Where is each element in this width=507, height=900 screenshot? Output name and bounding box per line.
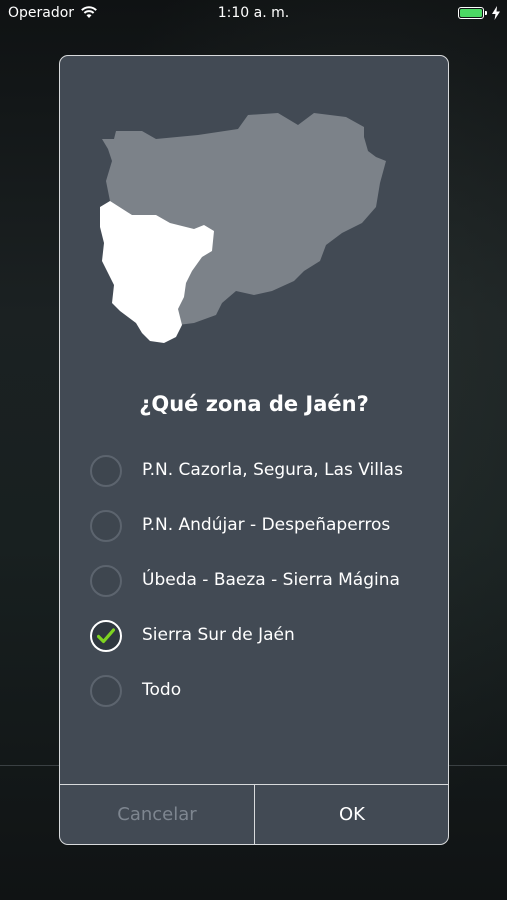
radio-unchecked[interactable] — [90, 510, 122, 542]
status-time: 1:10 a. m. — [217, 5, 290, 21]
option-label: P.N. Andújar - Despeñaperros — [142, 515, 391, 535]
radio-unchecked[interactable] — [90, 565, 122, 597]
battery-level-fill — [460, 9, 482, 17]
radio-unchecked[interactable] — [90, 675, 122, 707]
zone-picker-dialog: ¿Qué zona de Jaén? P.N. Cazorla, Segura,… — [59, 55, 449, 845]
option-sierra-sur[interactable]: Sierra Sur de Jaén — [90, 617, 430, 657]
checkmark-icon — [97, 628, 115, 644]
charging-icon — [492, 6, 500, 20]
option-label: Todo — [142, 680, 182, 700]
ok-button[interactable]: OK — [255, 785, 448, 844]
option-cazorla-segura[interactable]: P.N. Cazorla, Segura, Las Villas — [90, 452, 430, 492]
radio-unchecked[interactable] — [90, 455, 122, 487]
option-todo[interactable]: Todo — [90, 672, 430, 712]
option-andujar-despenaperros[interactable]: P.N. Andújar - Despeñaperros — [90, 507, 430, 547]
option-label: Úbeda - Baeza - Sierra Mágina — [142, 570, 400, 590]
radio-checked[interactable] — [90, 620, 122, 652]
jaen-map-icon — [100, 113, 386, 343]
status-bar: Operador 1:10 a. m. — [0, 0, 507, 28]
option-ubeda-baeza-magina[interactable]: Úbeda - Baeza - Sierra Mágina — [90, 562, 430, 602]
option-label: Sierra Sur de Jaén — [142, 625, 295, 645]
option-label: P.N. Cazorla, Segura, Las Villas — [142, 460, 403, 480]
dialog-title: ¿Qué zona de Jaén? — [139, 392, 369, 416]
cancel-button[interactable]: Cancelar — [60, 785, 254, 844]
battery-icon — [458, 7, 487, 19]
battery-nub — [485, 11, 487, 15]
